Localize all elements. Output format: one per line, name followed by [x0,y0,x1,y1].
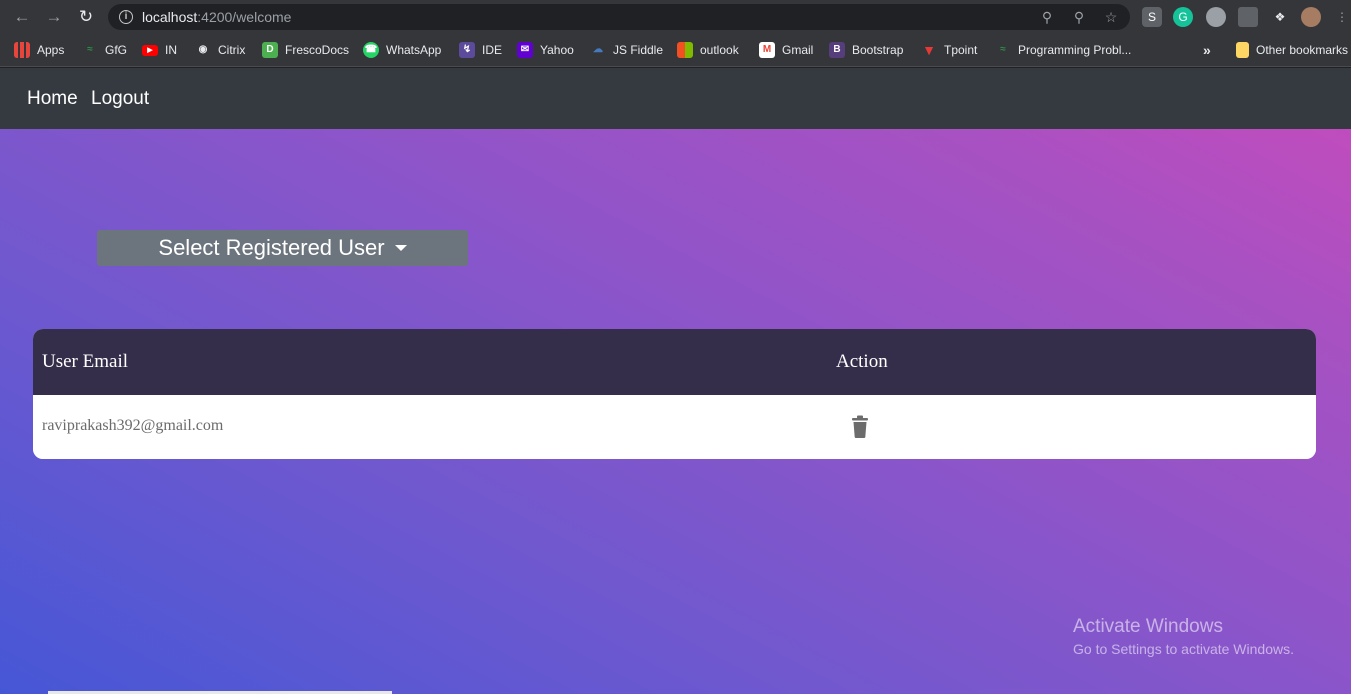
activate-windows-watermark: Activate Windows Go to Settings to activ… [1073,616,1294,657]
tpoint-icon: ▼ [922,42,936,58]
page-content: Home Logout Select Registered User User … [0,68,1351,694]
bookmark-whatsapp[interactable]: ☎ WhatsApp [363,41,441,59]
apps-grid-icon [14,42,30,58]
bookmark-citrix[interactable]: ◉ Citrix [195,41,246,59]
table-header: User Email Action [33,329,1316,395]
nav-link-home[interactable]: Home [27,88,78,110]
bookmark-gfg[interactable]: ≈ GfG [82,41,127,59]
column-header-user-email: User Email [42,351,129,372]
forward-arrow-icon[interactable]: → [44,7,64,27]
folder-icon [1236,42,1249,58]
youtube-icon: ▶ [142,44,158,56]
grammarly-icon[interactable]: G [1173,7,1193,27]
ide-icon: ↯ [459,42,475,58]
citrix-icon: ◉ [198,44,208,55]
bookmark-label: Bootstrap [852,43,904,57]
star-icon[interactable]: ☆ [1102,8,1120,26]
key-icon[interactable]: ⚲ [1038,8,1056,26]
watermark-title: Activate Windows [1073,616,1223,637]
watermark-subtitle: Go to Settings to activate Windows. [1073,641,1294,657]
bookmark-label: IDE [482,43,503,57]
site-info-icon[interactable]: i [119,10,133,24]
browser-toolbar: ← → ↻ i localhost:4200/welcome ⚲ ⚲ ☆ S G… [0,0,1351,34]
bookmark-label: WhatsApp [386,43,442,57]
column-header-action: Action [836,351,888,372]
url-path: :4200/welcome [197,9,292,25]
bookmark-apps[interactable]: Apps [14,41,64,59]
bookmark-label: GfG [105,43,128,57]
bookmark-label: Gmail [782,43,814,57]
select-registered-user-dropdown[interactable]: Select Registered User [97,230,468,266]
whatsapp-icon: ☎ [363,42,379,58]
users-table: User Email Action raviprakash392@gmail.c… [33,329,1316,459]
bookmark-label: Yahoo [540,43,574,57]
gfg-icon: ≈ [1000,44,1006,55]
jsfiddle-icon: ☁ [593,44,603,55]
back-arrow-icon[interactable]: ← [12,7,32,27]
bookmarks-bar: Apps ≈ GfG ▶ IN ◉ Citrix D FrescoDocs ☎ … [0,34,1351,67]
navbar: Home Logout [0,68,1351,129]
yahoo-icon: ✉ [517,42,533,58]
url-host: localhost [142,9,198,25]
bookmark-label: outlook [700,43,739,57]
bookmark-label: FrescoDocs [285,43,350,57]
bookmark-programming-problems[interactable]: ≈ Programming Probl... [995,41,1131,59]
frescodocs-icon: D [262,42,278,58]
bookmark-label: Tpoint [944,43,978,57]
caret-down-icon [394,245,407,251]
bookmark-bootstrap[interactable]: B Bootstrap [829,41,903,59]
gfg-icon: ≈ [87,44,93,55]
delete-user-button[interactable] [849,415,871,439]
skype-extension-icon[interactable]: S [1142,7,1162,27]
reload-icon[interactable]: ↻ [76,7,96,27]
bootstrap-icon: B [829,42,845,58]
bookmark-tpoint[interactable]: ▼ Tpoint [921,41,977,59]
zoom-icon[interactable]: ⚲ [1070,8,1088,26]
table-row: raviprakash392@gmail.com [33,395,1316,459]
profile-avatar[interactable] [1301,7,1321,27]
bookmark-jsfiddle[interactable]: ☁ JS Fiddle [590,41,663,59]
bookmark-in[interactable]: ▶ IN [142,41,177,59]
bookmark-label: JS Fiddle [613,43,664,57]
bookmark-label: Programming Probl... [1018,43,1132,57]
bookmark-yahoo[interactable]: ✉ Yahoo [517,41,574,59]
gmail-icon: M [759,42,775,58]
bookmark-label: IN [165,43,177,57]
bookmark-gmail[interactable]: M Gmail [759,41,813,59]
bookmark-label: Other bookmarks [1256,43,1349,57]
user-email-cell: raviprakash392@gmail.com [42,417,224,434]
dropdown-label: Select Registered User [158,235,385,260]
bookmark-other-bookmarks[interactable]: Other bookmarks [1236,41,1348,59]
bookmark-frescodocs[interactable]: D FrescoDocs [262,41,349,59]
bookmark-label: Citrix [218,43,246,57]
url-text[interactable]: localhost:4200/welcome [142,9,291,25]
extension-shield-icon[interactable] [1238,7,1258,27]
trash-icon [852,415,868,438]
more-bookmarks-chevron-icon[interactable]: » [1203,41,1211,59]
extension-circle-icon[interactable] [1206,7,1226,27]
address-bar[interactable]: i localhost:4200/welcome ⚲ ⚲ ☆ [108,4,1130,30]
bookmark-ide[interactable]: ↯ IDE [459,41,502,59]
menu-kebab-icon[interactable]: ⋮ [1336,7,1348,27]
bookmark-label: Apps [37,43,65,57]
nav-link-logout[interactable]: Logout [91,88,149,110]
microsoft-icon [677,42,693,58]
bookmark-outlook[interactable]: outlook [677,41,739,59]
extensions-puzzle-icon[interactable]: ❖ [1270,7,1290,27]
